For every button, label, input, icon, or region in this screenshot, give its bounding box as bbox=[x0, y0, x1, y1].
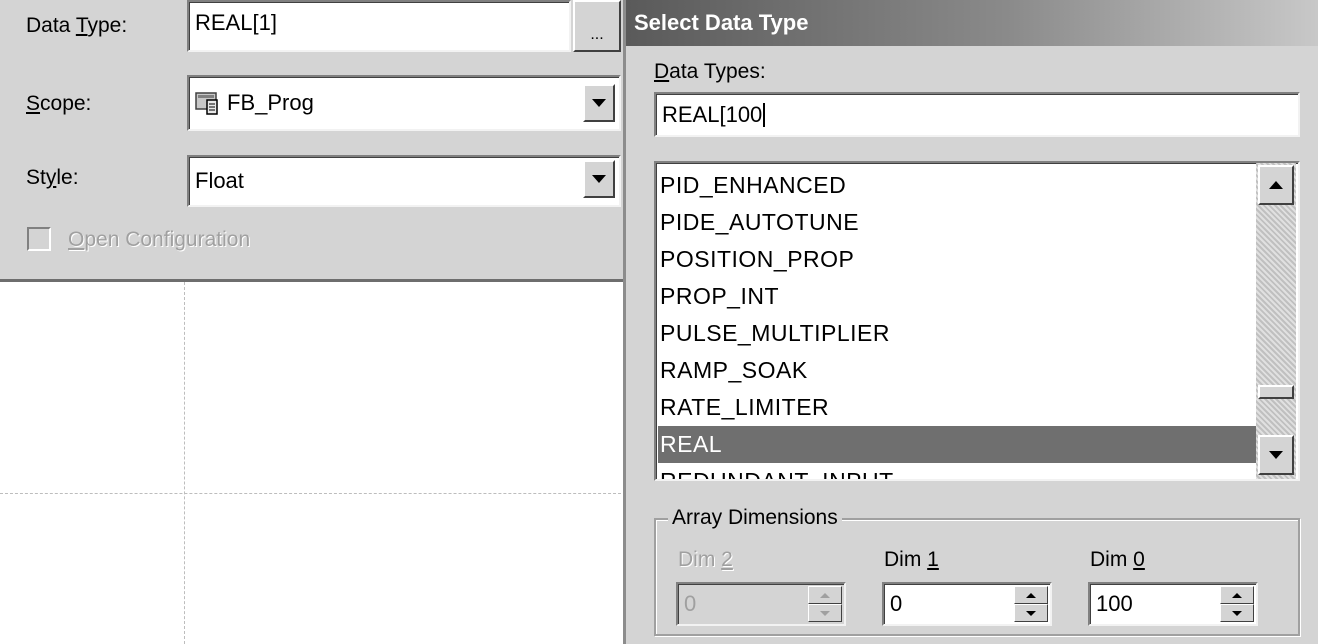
list-item[interactable]: RATE_LIMITER bbox=[658, 389, 1260, 426]
data-types-label: Data Types: bbox=[654, 60, 766, 83]
scope-dropdown-button[interactable] bbox=[583, 84, 615, 122]
style-dropdown-button[interactable] bbox=[583, 160, 615, 198]
select-data-type-dialog: Select Data Type Data Types: REAL[100 PI… bbox=[623, 0, 1318, 644]
chevron-down-icon bbox=[592, 99, 606, 107]
list-item[interactable]: RAMP_SOAK bbox=[658, 352, 1260, 389]
spin-up-icon bbox=[1232, 592, 1242, 598]
data-type-label: Data Type: bbox=[26, 14, 128, 37]
dim-0-label: Dim 0 bbox=[1090, 548, 1145, 571]
scroll-thumb[interactable] bbox=[1258, 385, 1294, 399]
list-item[interactable]: PROP_INT bbox=[658, 278, 1260, 315]
canvas-guide-vertical bbox=[184, 282, 185, 644]
data-type-field[interactable]: REAL[1] bbox=[187, 0, 571, 52]
dim-2-spinner[interactable] bbox=[808, 586, 842, 622]
spin-down-icon bbox=[820, 610, 830, 616]
list-item[interactable]: PULSE_MULTIPLIER bbox=[658, 315, 1260, 352]
open-configuration-checkbox[interactable] bbox=[27, 227, 51, 251]
spin-down-icon bbox=[1026, 610, 1036, 616]
list-item[interactable]: REDUNDANT_INPUT bbox=[658, 463, 1260, 479]
data-types-input[interactable]: REAL[100 bbox=[654, 92, 1300, 137]
text-cursor bbox=[763, 102, 766, 127]
dialog-title-bar[interactable]: Select Data Type bbox=[626, 0, 1318, 46]
open-configuration-label: Open Configuration bbox=[68, 228, 251, 251]
dim-1-label: Dim 1 bbox=[884, 548, 939, 571]
browse-data-type-button[interactable]: ... bbox=[573, 0, 621, 52]
program-scope-icon bbox=[195, 92, 218, 115]
spin-down-icon bbox=[1232, 610, 1242, 616]
scope-combobox[interactable]: FB_Prog bbox=[187, 75, 621, 131]
chevron-up-icon bbox=[1269, 181, 1283, 189]
dim-1-spinner[interactable] bbox=[1014, 586, 1048, 622]
style-label: Style: bbox=[26, 166, 79, 189]
dim-0-spinner[interactable] bbox=[1220, 586, 1254, 622]
chevron-down-icon bbox=[1269, 451, 1283, 459]
list-scrollbar[interactable] bbox=[1256, 163, 1296, 479]
canvas-guide-horizontal bbox=[0, 493, 626, 494]
spin-up-icon bbox=[820, 592, 830, 598]
style-combobox[interactable]: Float bbox=[187, 155, 621, 207]
list-item[interactable]: PIDE_AUTOTUNE bbox=[658, 204, 1260, 241]
scroll-up-button[interactable] bbox=[1258, 165, 1294, 205]
list-item[interactable]: POSITION_PROP bbox=[658, 241, 1260, 278]
scroll-down-button[interactable] bbox=[1258, 435, 1294, 475]
dialog-title: Select Data Type bbox=[634, 10, 809, 35]
tag-properties-panel: Data Type: REAL[1] ... Scope: FB_Prog St… bbox=[0, 0, 627, 282]
data-types-list[interactable]: PID_ENHANCED PIDE_AUTOTUNE POSITION_PROP… bbox=[654, 161, 1300, 481]
scope-label: Scope: bbox=[26, 92, 92, 115]
list-item-selected[interactable]: REAL bbox=[658, 426, 1260, 463]
list-item[interactable]: PID_ENHANCED bbox=[658, 167, 1260, 204]
dim-2-label: Dim 2 bbox=[678, 548, 733, 571]
chevron-down-icon bbox=[592, 175, 606, 183]
spin-up-icon bbox=[1026, 592, 1036, 598]
array-dimensions-legend: Array Dimensions bbox=[668, 506, 842, 530]
